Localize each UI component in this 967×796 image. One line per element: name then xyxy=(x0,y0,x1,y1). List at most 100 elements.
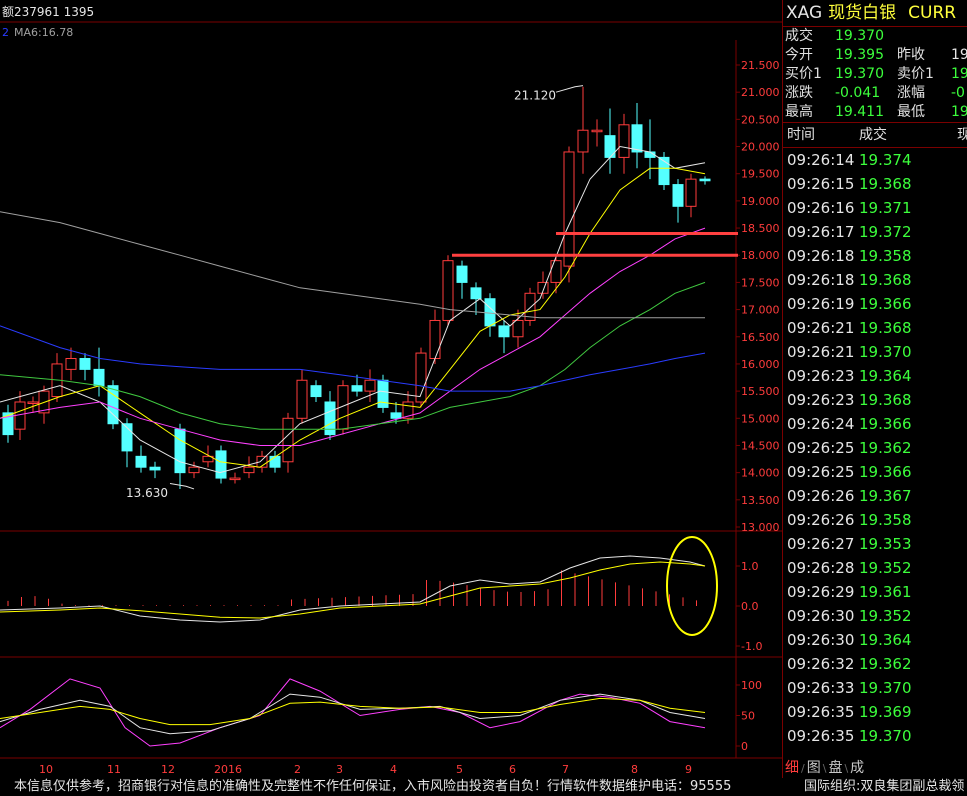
price-axis-label: 19.500 xyxy=(741,168,780,181)
price-axis-label: 17.000 xyxy=(741,304,780,317)
x-axis-label: 11 xyxy=(107,763,121,776)
change-label: 涨跌 xyxy=(785,85,813,101)
tick-time: 09:26:16 xyxy=(787,199,855,217)
ask-label: 卖价1 xyxy=(897,66,934,82)
price-axis-label: 15.500 xyxy=(741,385,780,398)
high-value: 19.411 xyxy=(835,104,884,120)
tick-price: 19.352 xyxy=(859,607,912,625)
candle-body xyxy=(351,385,363,392)
quote-row-bidask: 买价1 19.370 卖价1 19 xyxy=(783,65,967,84)
macd-axis-label: 1.0 xyxy=(741,560,759,573)
low-price-label: 13.630 xyxy=(126,486,168,500)
trade-label: 成交 xyxy=(785,28,813,44)
tick-head-price: 成交 xyxy=(859,127,887,143)
side-tab-bar: 细 / 图 \ 盘 \ 成 xyxy=(783,758,866,778)
candle-body xyxy=(243,466,255,474)
candle-body xyxy=(550,260,562,283)
price-axis-label: 20.500 xyxy=(741,113,780,126)
kline-chart-svg[interactable]: 额237961 1395 2 MA6:16.78 21.500 21.000 20.500… xyxy=(0,0,782,778)
tick-row: 09:26:17 19.372 xyxy=(783,220,967,244)
kdj-axis-label: 50 xyxy=(741,710,755,723)
candle-body xyxy=(591,129,603,133)
tick-row: 09:26:21 19.370 xyxy=(783,340,967,364)
candle-body xyxy=(79,358,91,370)
tick-price: 19.352 xyxy=(859,559,912,577)
tick-price: 19.374 xyxy=(859,151,912,169)
candle-body xyxy=(442,260,454,321)
candle-body xyxy=(282,417,294,463)
candle-body xyxy=(215,450,227,479)
kline-chart-area[interactable]: 额237961 1395 2 MA6:16.78 21.500 21.000 20.500… xyxy=(0,0,782,778)
change-value: -0.041 xyxy=(835,85,881,101)
tick-price: 19.358 xyxy=(859,511,912,529)
tick-list[interactable]: 09:26:14 19.374 09:26:15 19.368 09:26:16 19.3… xyxy=(783,148,967,748)
tick-time: 09:26:25 xyxy=(787,439,855,457)
tick-row: 09:26:35 19.370 xyxy=(783,724,967,748)
tab-detail[interactable]: 细 xyxy=(783,758,801,778)
tick-time: 09:26:30 xyxy=(787,607,855,625)
ma6-label: MA6:16.78 xyxy=(14,26,73,39)
tick-price: 19.368 xyxy=(859,391,912,409)
price-axis-label: 16.500 xyxy=(741,331,780,344)
tick-time: 09:26:35 xyxy=(787,703,855,721)
candle-body xyxy=(149,466,161,471)
price-axis-label: 18.000 xyxy=(741,249,780,262)
footer-disclaimer: 本信息仅供参考，招商银行对信息的准确性及完整性不作任何保证，入市风险由投资者自负… xyxy=(14,779,732,794)
candle-body xyxy=(498,325,510,338)
tick-row: 09:26:18 19.368 xyxy=(783,268,967,292)
tick-time: 09:26:15 xyxy=(787,175,855,193)
candle-body xyxy=(685,178,697,207)
tick-time: 09:26:18 xyxy=(787,247,855,265)
symbol-code: XAG xyxy=(786,3,823,23)
candle-body xyxy=(429,319,441,360)
candle-body xyxy=(456,265,468,283)
x-axis-label: 8 xyxy=(631,763,638,776)
quote-row-highlow: 最高 19.411 最低 19 xyxy=(783,103,967,122)
tick-price: 19.364 xyxy=(859,631,912,649)
tick-head-time: 时间 xyxy=(787,127,815,143)
candle-body xyxy=(174,428,186,474)
tick-time: 09:26:30 xyxy=(787,631,855,649)
high-label: 最高 xyxy=(785,104,813,120)
tick-row: 09:26:26 19.358 xyxy=(783,508,967,532)
kdj-axis-label: 0 xyxy=(741,740,748,753)
candle-body xyxy=(310,385,322,398)
price-axis-label: 17.500 xyxy=(741,276,780,289)
tick-row: 09:26:23 19.368 xyxy=(783,388,967,412)
quote-row-open: 今开 19.395 昨收 19 xyxy=(783,46,967,65)
tick-table-header: 时间 成交 现 xyxy=(783,122,967,148)
tick-price: 19.366 xyxy=(859,295,912,313)
tick-time: 09:26:35 xyxy=(787,727,855,745)
price-axis-label: 20.000 xyxy=(741,141,780,154)
low-label: 最低 xyxy=(897,104,925,120)
tab-deals[interactable]: 成 xyxy=(848,758,866,778)
candle-body xyxy=(512,319,524,338)
x-axis-label: 6 xyxy=(509,763,516,776)
tick-row: 09:26:30 19.352 xyxy=(783,604,967,628)
tick-price: 19.370 xyxy=(859,727,912,745)
high-price-label: 21.120 xyxy=(514,89,556,103)
candle-body xyxy=(65,358,77,370)
tick-row: 09:26:27 19.353 xyxy=(783,532,967,556)
tick-price: 19.361 xyxy=(859,583,912,601)
tick-price: 19.370 xyxy=(859,679,912,697)
tick-row: 09:26:21 19.368 xyxy=(783,316,967,340)
tick-time: 09:26:14 xyxy=(787,151,855,169)
pct-value: -0 xyxy=(951,85,965,101)
quote-title: XAG 现货白银 CURR xyxy=(783,0,967,27)
tick-row: 09:26:14 19.374 xyxy=(783,148,967,172)
tick-time: 09:26:27 xyxy=(787,535,855,553)
tick-row: 09:26:25 19.362 xyxy=(783,436,967,460)
x-axis-label: 12 xyxy=(161,763,175,776)
tick-price: 19.368 xyxy=(859,319,912,337)
price-axis-label: 21.000 xyxy=(741,86,780,99)
tab-market[interactable]: 盘 xyxy=(826,758,844,778)
x-axis-label: 3 xyxy=(336,763,343,776)
candle-body xyxy=(364,379,376,392)
price-axis-label: 15.000 xyxy=(741,412,780,425)
tick-price: 19.358 xyxy=(859,247,912,265)
tab-chart[interactable]: 图 xyxy=(805,758,823,778)
tick-price: 19.368 xyxy=(859,175,912,193)
x-axis-label: 2016 xyxy=(214,763,242,776)
x-axis-label: 10 xyxy=(39,763,53,776)
